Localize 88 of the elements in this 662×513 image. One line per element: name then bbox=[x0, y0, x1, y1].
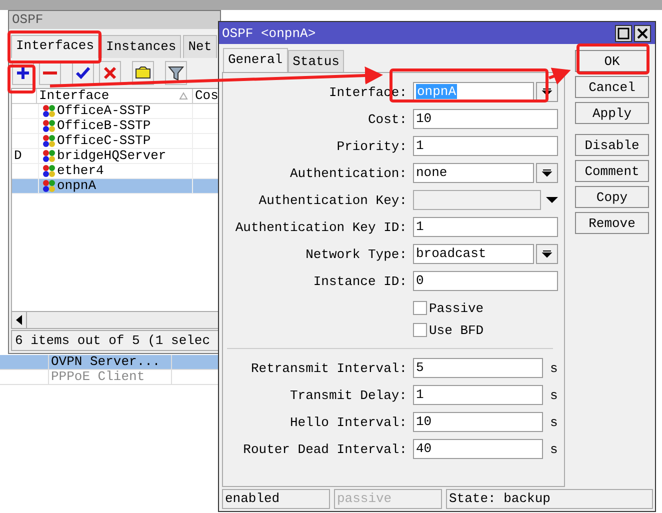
unit-label: s bbox=[550, 414, 558, 430]
dropdown-arrow-icon bbox=[541, 167, 553, 179]
table-cell: OfficeC-SSTP bbox=[57, 134, 151, 148]
flag-text: D bbox=[14, 148, 22, 163]
table-row[interactable]: OfficeB-SSTP bbox=[12, 119, 219, 134]
puzzle-icon bbox=[42, 164, 56, 178]
checkbox[interactable] bbox=[413, 323, 427, 337]
field-label: Hello Interval: bbox=[290, 414, 407, 430]
field-label: Priority: bbox=[336, 138, 407, 154]
unit-label: s bbox=[550, 442, 558, 456]
dialog-button[interactable]: OK bbox=[575, 50, 649, 72]
unit-label: s bbox=[550, 388, 558, 402]
filter-icon bbox=[167, 64, 185, 82]
window-title: OSPF bbox=[9, 11, 220, 29]
checkbox-label: Passive bbox=[429, 300, 484, 316]
minus-icon bbox=[43, 71, 57, 75]
field-label: Authentication: bbox=[290, 166, 407, 180]
table-row[interactable]: OfficeC-SSTP bbox=[12, 134, 219, 149]
field-label: Authentication Key ID: bbox=[235, 220, 407, 234]
dropdown-field[interactable]: broadcast bbox=[413, 244, 534, 264]
field-value: broadcast bbox=[416, 246, 486, 261]
dialog-button[interactable]: Copy bbox=[575, 186, 649, 208]
tab[interactable]: Instances bbox=[101, 35, 182, 58]
input-field[interactable]: 1 bbox=[413, 217, 558, 237]
arrow bbox=[548, 68, 571, 85]
table-cell: OfficeA-SSTP bbox=[57, 104, 151, 118]
field-label: Authentication Key: bbox=[258, 192, 407, 208]
status-text: enabled bbox=[222, 489, 330, 509]
column-header: Interface bbox=[39, 89, 110, 103]
field-value: onpnA bbox=[416, 84, 458, 99]
table-cell: bridgeHQServer bbox=[57, 149, 166, 163]
puzzle-icon bbox=[42, 149, 56, 163]
close-button[interactable] bbox=[634, 24, 651, 42]
table-row[interactable]: onpnA bbox=[12, 179, 219, 194]
dropdown-field[interactable]: none bbox=[413, 163, 534, 183]
tab[interactable]: Interfaces bbox=[11, 35, 100, 58]
puzzle-icon bbox=[42, 104, 56, 118]
field-label: Transmit Delay: bbox=[290, 388, 407, 402]
check-icon bbox=[74, 64, 92, 82]
dropdown-button[interactable] bbox=[536, 244, 558, 264]
column-header: Cos bbox=[194, 89, 219, 103]
field-label: Instance ID: bbox=[313, 274, 407, 288]
table-cell: ether4 bbox=[57, 164, 104, 178]
table-cell: OVPN Server... bbox=[49, 355, 172, 369]
dialog-button[interactable]: Comment bbox=[575, 160, 649, 182]
status-text: 6 items out of 5 (1 selec bbox=[11, 330, 220, 351]
dropdown-button[interactable] bbox=[536, 163, 558, 183]
puzzle-icon bbox=[42, 179, 56, 193]
table-row[interactable]: OfficeA-SSTP bbox=[12, 104, 219, 119]
table-cell: PPPoE Client bbox=[49, 370, 172, 384]
disable-button[interactable] bbox=[99, 61, 121, 85]
window-title: OSPF <onpnA> bbox=[222, 26, 316, 40]
caret-icon[interactable] bbox=[546, 196, 558, 204]
tab[interactable]: General bbox=[223, 48, 288, 72]
table-row[interactable]: D bridgeHQServer bbox=[12, 149, 219, 164]
input-field[interactable]: 1 bbox=[413, 136, 558, 156]
dialog-button[interactable]: Cancel bbox=[575, 76, 649, 98]
status-text: passive bbox=[334, 489, 442, 509]
puzzle-icon bbox=[42, 134, 56, 148]
table-cell: OfficeB-SSTP bbox=[57, 119, 151, 133]
unit-label: s bbox=[550, 360, 558, 376]
cross-icon bbox=[101, 64, 119, 82]
dialog-button[interactable]: Disable bbox=[575, 134, 649, 156]
input-field[interactable]: 1 bbox=[413, 385, 543, 405]
input-field[interactable]: 0 bbox=[413, 271, 558, 291]
checkbox-label: Use BFD bbox=[429, 322, 484, 338]
checkbox[interactable] bbox=[413, 301, 427, 315]
dialog-button[interactable]: Apply bbox=[575, 102, 649, 124]
input-field[interactable]: 10 bbox=[413, 412, 543, 432]
left-arrow-icon bbox=[15, 315, 23, 325]
table-cell: onpnA bbox=[57, 179, 96, 193]
input-field[interactable] bbox=[413, 190, 541, 210]
dialog-button[interactable]: Remove bbox=[575, 212, 649, 234]
field-label: Retransmit Interval: bbox=[250, 360, 407, 376]
field-label: Network Type: bbox=[306, 246, 407, 262]
sort-icon bbox=[179, 92, 188, 100]
dropdown-arrow-icon bbox=[541, 248, 553, 260]
tab[interactable]: Net bbox=[183, 35, 217, 58]
input-field[interactable]: 10 bbox=[413, 109, 558, 129]
field-value: none bbox=[416, 165, 448, 180]
field-label: Router Dead Interval: bbox=[243, 442, 407, 456]
field-label: Cost: bbox=[368, 112, 407, 126]
status-text: State: backup bbox=[446, 489, 653, 509]
tab[interactable]: Status bbox=[288, 50, 344, 72]
input-field[interactable]: 40 bbox=[413, 439, 543, 459]
input-field[interactable]: 5 bbox=[413, 358, 543, 378]
puzzle-icon bbox=[42, 119, 56, 133]
maximize-button[interactable] bbox=[615, 24, 632, 42]
